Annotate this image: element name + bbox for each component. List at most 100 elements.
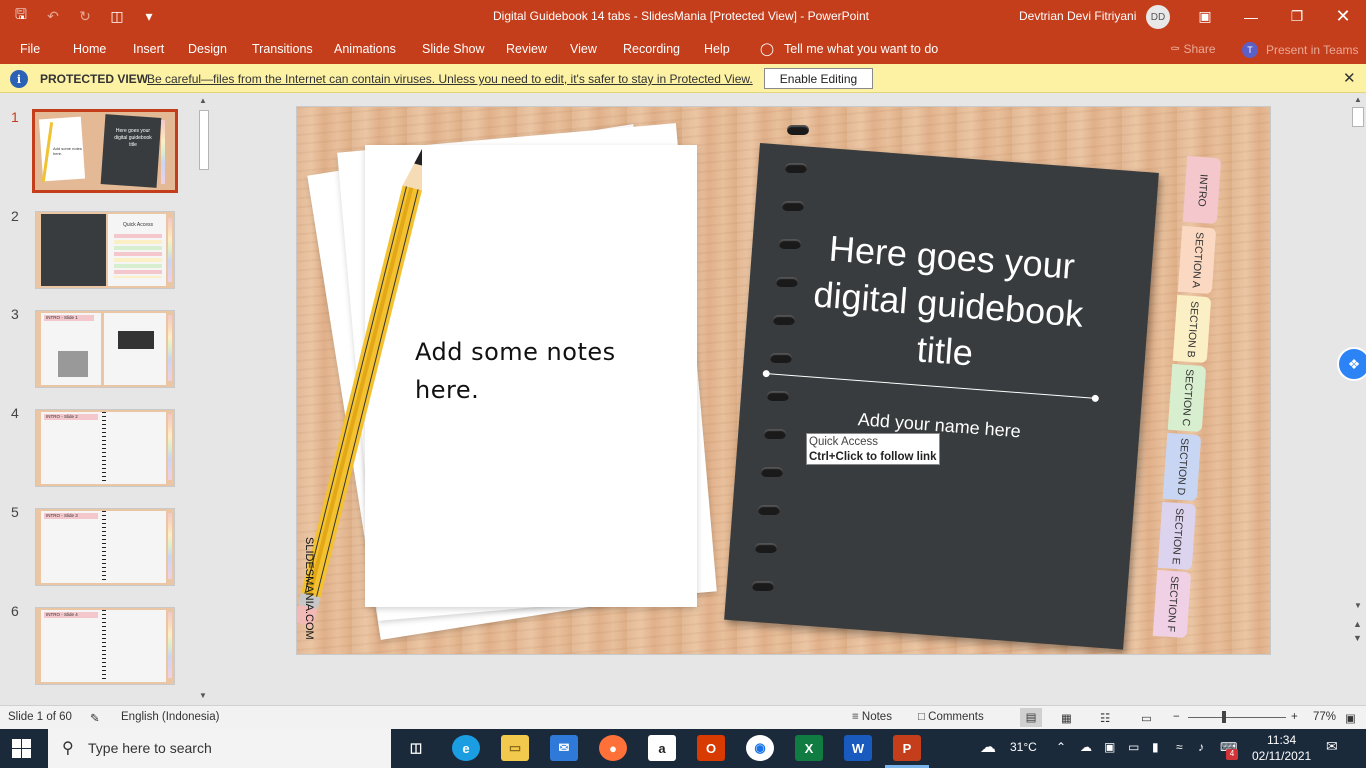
maximize-button[interactable]: ❐ bbox=[1274, 0, 1320, 33]
tab-home[interactable]: Home bbox=[73, 42, 106, 56]
scroll-down-icon[interactable]: ▼ bbox=[1354, 601, 1362, 610]
notes-toggle[interactable]: ≡ Notes bbox=[852, 711, 892, 723]
slide-number: 6 bbox=[11, 603, 19, 619]
teams-icon: T bbox=[1242, 42, 1258, 58]
taskbar-search[interactable]: ⚲ Type here to search bbox=[48, 729, 391, 768]
powerpoint-icon[interactable]: P bbox=[893, 735, 921, 761]
windows-start-icon[interactable] bbox=[12, 739, 32, 759]
tab-file[interactable]: File bbox=[20, 42, 40, 56]
present-in-teams-button[interactable]: T Present in Teams bbox=[1242, 42, 1359, 58]
close-bar-icon[interactable]: ✕ bbox=[1343, 69, 1356, 87]
line-dot bbox=[1091, 394, 1100, 403]
save-icon[interactable]: 🖫 bbox=[8, 5, 34, 27]
slide-thumbnail-4[interactable]: INTRO - Slide 2 bbox=[35, 409, 175, 487]
tab-animations[interactable]: Animations bbox=[334, 42, 396, 56]
slide-thumbnail-5[interactable]: INTRO - Slide 3 bbox=[35, 508, 175, 586]
scrollbar-thumb[interactable] bbox=[199, 110, 209, 170]
battery-icon[interactable]: ▮ bbox=[1152, 740, 1159, 754]
ribbon-display-options-icon[interactable]: ▣ bbox=[1182, 0, 1228, 33]
protected-view-message[interactable]: Be careful—files from the Internet can c… bbox=[147, 72, 753, 86]
edge-icon[interactable]: e bbox=[452, 735, 480, 761]
normal-view-icon[interactable]: ▤ bbox=[1020, 708, 1042, 727]
tab-view[interactable]: View bbox=[570, 42, 597, 56]
user-name: Devtrian Devi Fitriyani bbox=[1019, 9, 1137, 23]
meet-now-icon[interactable]: ▣ bbox=[1104, 740, 1115, 754]
display-icon[interactable]: ▭ bbox=[1128, 740, 1139, 754]
scroll-up-icon[interactable]: ▲ bbox=[1354, 95, 1362, 104]
tab-section-e[interactable]: SECTION E bbox=[1157, 501, 1197, 571]
tab-section-c[interactable]: SECTION C bbox=[1167, 363, 1207, 433]
tab-section-f[interactable]: SECTION F bbox=[1152, 569, 1192, 639]
wifi-icon[interactable]: ≈ bbox=[1176, 740, 1183, 754]
word-icon[interactable]: W bbox=[844, 735, 872, 761]
scrollbar-thumb[interactable] bbox=[1352, 107, 1364, 127]
reading-view-icon[interactable]: ☷ bbox=[1100, 711, 1110, 725]
minimize-button[interactable]: — bbox=[1228, 0, 1274, 33]
slide-thumbnail-3[interactable]: INTRO - Slide 1 bbox=[35, 310, 175, 388]
slideshow-view-icon[interactable]: ▭ bbox=[1141, 711, 1152, 725]
mail-icon[interactable]: ✉ bbox=[550, 735, 578, 761]
tab-help[interactable]: Help bbox=[704, 42, 730, 56]
previous-slide-icon[interactable]: ▲ bbox=[1353, 619, 1362, 629]
firefox-icon[interactable]: ● bbox=[599, 735, 627, 761]
next-slide-icon[interactable]: ▼ bbox=[1353, 633, 1362, 643]
slide-canvas[interactable]: Add some notes here. SLIDESMANIA.COM Her… bbox=[296, 106, 1271, 655]
tab-insert[interactable]: Insert bbox=[133, 42, 164, 56]
zoom-slider[interactable] bbox=[1188, 717, 1286, 718]
slide-title[interactable]: Here goes your digital guidebook title bbox=[784, 222, 1114, 387]
tell-me-search[interactable]: ◯ Tell me what you want to do bbox=[760, 41, 938, 57]
slide-thumbnail-1[interactable]: Add some notes here. Here goes your digi… bbox=[32, 109, 178, 193]
zoom-slider-thumb[interactable] bbox=[1222, 711, 1226, 723]
task-view-icon[interactable]: ◫ bbox=[402, 735, 430, 761]
slide-thumbnail-6[interactable]: INTRO - Slide 4 bbox=[35, 607, 175, 685]
enable-editing-button[interactable]: Enable Editing bbox=[764, 68, 873, 89]
tab-section-d[interactable]: SECTION D bbox=[1162, 432, 1202, 502]
scroll-down-icon[interactable]: ▼ bbox=[199, 691, 207, 700]
chrome-icon[interactable]: ◉ bbox=[746, 735, 774, 761]
thumbnail-scrollbar[interactable]: ▲ ▼ bbox=[197, 96, 211, 701]
slide-editor: Add some notes here. SLIDESMANIA.COM Her… bbox=[215, 93, 1350, 705]
zoom-out-button[interactable]: − bbox=[1173, 711, 1180, 723]
windows-taskbar: ⚲ Type here to search ◫ e ▭ ✉ ● a O ◉ X … bbox=[0, 729, 1366, 768]
amazon-icon[interactable]: a bbox=[648, 735, 676, 761]
slide-thumbnail-2[interactable]: Quick Access bbox=[35, 211, 175, 289]
tab-slide-show[interactable]: Slide Show bbox=[422, 42, 485, 56]
editor-scrollbar[interactable]: ▲ ▼ ▲ ▼ bbox=[1350, 93, 1366, 705]
tab-section-a[interactable]: SECTION A bbox=[1177, 225, 1217, 295]
show-hidden-icons[interactable]: ⌃ bbox=[1056, 740, 1066, 754]
spiral-ring bbox=[767, 391, 789, 401]
close-button[interactable]: ✕ bbox=[1320, 0, 1366, 33]
language-indicator[interactable]: English (Indonesia) bbox=[121, 711, 219, 723]
tab-intro[interactable]: INTRO bbox=[1182, 155, 1222, 225]
file-explorer-icon[interactable]: ▭ bbox=[501, 735, 529, 761]
zoom-level[interactable]: 77% bbox=[1313, 711, 1336, 723]
scroll-up-icon[interactable]: ▲ bbox=[199, 96, 207, 105]
undo-icon[interactable]: ↶ bbox=[40, 5, 66, 27]
weather-icon[interactable]: ☁ bbox=[980, 737, 996, 757]
customize-qat-icon[interactable]: ▾ bbox=[136, 5, 162, 27]
system-clock[interactable]: 11:34 02/11/2021 bbox=[1252, 732, 1311, 764]
presentation-icon[interactable]: ◫ bbox=[104, 5, 130, 27]
office-icon[interactable]: O bbox=[697, 735, 725, 761]
hyperlink-tooltip: Quick Access Ctrl+Click to follow link bbox=[806, 433, 940, 465]
volume-icon[interactable]: ♪ bbox=[1198, 740, 1204, 754]
spell-check-icon[interactable]: ✎ bbox=[90, 711, 100, 725]
comments-toggle[interactable]: □ Comments bbox=[918, 711, 984, 723]
tab-transitions[interactable]: Transitions bbox=[252, 42, 313, 56]
notification-badge: 4 bbox=[1226, 749, 1238, 760]
redo-icon[interactable]: ↻ bbox=[72, 5, 98, 27]
action-center-icon[interactable]: ✉ bbox=[1326, 738, 1338, 755]
onedrive-icon[interactable]: ☁ bbox=[1080, 740, 1092, 754]
user-avatar[interactable]: DD bbox=[1146, 5, 1170, 29]
fit-to-window-icon[interactable]: ▣ bbox=[1345, 711, 1356, 725]
temperature[interactable]: 31°C bbox=[1010, 740, 1037, 754]
tab-section-b[interactable]: SECTION B bbox=[1172, 294, 1212, 364]
tab-recording[interactable]: Recording bbox=[623, 42, 680, 56]
tab-design[interactable]: Design bbox=[188, 42, 227, 56]
slide-sorter-icon[interactable]: ▦ bbox=[1061, 711, 1072, 725]
dropbox-icon[interactable]: ❖ bbox=[1337, 347, 1366, 381]
excel-icon[interactable]: X bbox=[795, 735, 823, 761]
zoom-in-button[interactable]: + bbox=[1291, 711, 1298, 723]
share-button[interactable]: ⚰ Share bbox=[1170, 42, 1216, 56]
tab-review[interactable]: Review bbox=[506, 42, 547, 56]
